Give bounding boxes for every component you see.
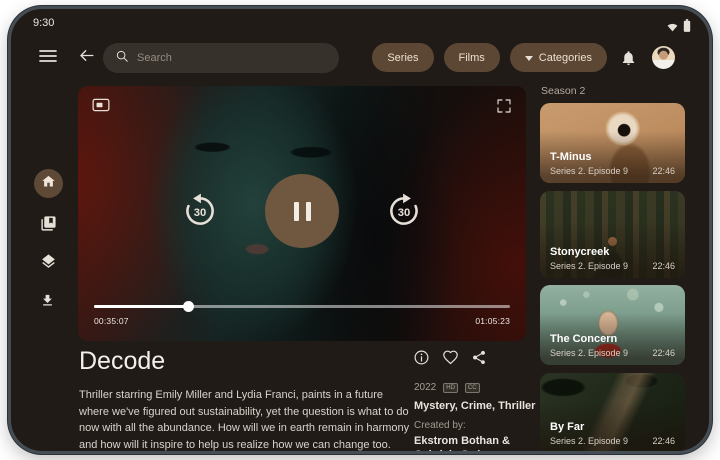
films-button[interactable]: Films xyxy=(444,43,500,72)
seek-bar[interactable] xyxy=(94,305,510,308)
search-input[interactable] xyxy=(137,52,307,64)
app-screen: 9:30 Series Films Categories xyxy=(11,9,709,451)
release-year: 2022 xyxy=(414,382,436,393)
rewind-30-button[interactable]: 30 xyxy=(182,193,218,229)
seek-bar-thumb[interactable] xyxy=(183,301,194,312)
menu-icon[interactable] xyxy=(39,49,57,63)
description-text: Thriller starring Emily Miller and Lydia… xyxy=(79,387,414,454)
episode-card-t-minus[interactable]: T-Minus Series 2. Episode 9 22:46 xyxy=(540,103,685,183)
action-icons xyxy=(413,349,488,366)
episode-duration: 22:46 xyxy=(652,436,675,446)
episode-title: The Concern xyxy=(550,333,617,345)
season-label: Season 2 xyxy=(541,85,585,97)
status-time: 9:30 xyxy=(33,17,54,29)
series-button[interactable]: Series xyxy=(372,43,433,72)
episode-title: By Far xyxy=(550,421,584,433)
page-title: Decode xyxy=(79,347,165,376)
hd-badge: HD xyxy=(443,383,458,393)
home-icon xyxy=(41,174,56,194)
seek-bar-fill xyxy=(94,305,188,308)
search-bar[interactable] xyxy=(103,43,339,73)
episode-subtitle: Series 2. Episode 9 xyxy=(550,348,628,358)
episode-card-by-far[interactable]: By Far Series 2. Episode 9 22:46 xyxy=(540,373,685,453)
info-icon[interactable] xyxy=(413,349,430,366)
episode-subtitle: Series 2. Episode 9 xyxy=(550,166,628,176)
metadata-row: 2022 HD CC xyxy=(414,382,480,393)
current-time: 00:35:07 xyxy=(94,316,129,326)
episode-duration: 22:46 xyxy=(652,348,675,358)
search-icon xyxy=(115,49,129,68)
tablet-frame: 9:30 Series Films Categories xyxy=(8,6,712,454)
episode-card-the-concern[interactable]: The Concern Series 2. Episode 9 22:46 xyxy=(540,285,685,365)
back-arrow-icon[interactable] xyxy=(77,46,96,65)
favorite-heart-icon[interactable] xyxy=(442,349,459,366)
svg-text:30: 30 xyxy=(398,207,411,219)
total-duration: 01:05:23 xyxy=(475,316,510,326)
library-bookmark-icon xyxy=(40,219,57,236)
user-avatar[interactable] xyxy=(652,46,675,69)
layers-icon xyxy=(40,257,57,274)
battery-icon xyxy=(683,19,691,37)
episode-duration: 22:46 xyxy=(652,261,675,271)
download-icon xyxy=(40,295,55,312)
picture-in-picture-icon[interactable] xyxy=(92,98,110,112)
episode-subtitle: Series 2. Episode 9 xyxy=(550,261,628,271)
episode-card-stonycreek[interactable]: Stonycreek Series 2. Episode 9 22:46 xyxy=(540,191,685,278)
episode-subtitle: Series 2. Episode 9 xyxy=(550,436,628,446)
episode-title: T-Minus xyxy=(550,151,592,163)
sidebar-item-downloads[interactable] xyxy=(40,293,57,310)
genres-text: Mystery, Crime, Thriller xyxy=(414,400,535,412)
sidebar-item-home[interactable] xyxy=(34,169,63,198)
filter-pills: Series Films Categories xyxy=(372,43,607,72)
share-icon[interactable] xyxy=(471,349,488,366)
svg-text:30: 30 xyxy=(194,207,207,219)
episode-title: Stonycreek xyxy=(550,246,609,258)
notifications-bell-icon[interactable] xyxy=(620,49,637,67)
caret-down-icon xyxy=(525,52,533,64)
pause-button[interactable] xyxy=(265,174,339,248)
sidebar-item-categories[interactable] xyxy=(40,253,57,270)
episode-duration: 22:46 xyxy=(652,166,675,176)
creators-names: Ekstrom Bothan & Gabriela Suárez xyxy=(414,434,526,454)
categories-dropdown[interactable]: Categories xyxy=(510,43,607,72)
cc-badge: CC xyxy=(465,383,480,393)
player-controls: 30 30 xyxy=(78,174,526,248)
fullscreen-icon[interactable] xyxy=(496,98,512,114)
sidebar-item-library[interactable] xyxy=(40,215,57,232)
forward-30-button[interactable]: 30 xyxy=(386,193,422,229)
wifi-icon xyxy=(666,19,679,37)
video-player[interactable]: 30 30 00:35:07 01:05:2 xyxy=(78,86,526,341)
created-by-label: Created by: xyxy=(414,420,466,431)
pause-icon xyxy=(294,202,311,221)
status-icons xyxy=(666,19,691,37)
